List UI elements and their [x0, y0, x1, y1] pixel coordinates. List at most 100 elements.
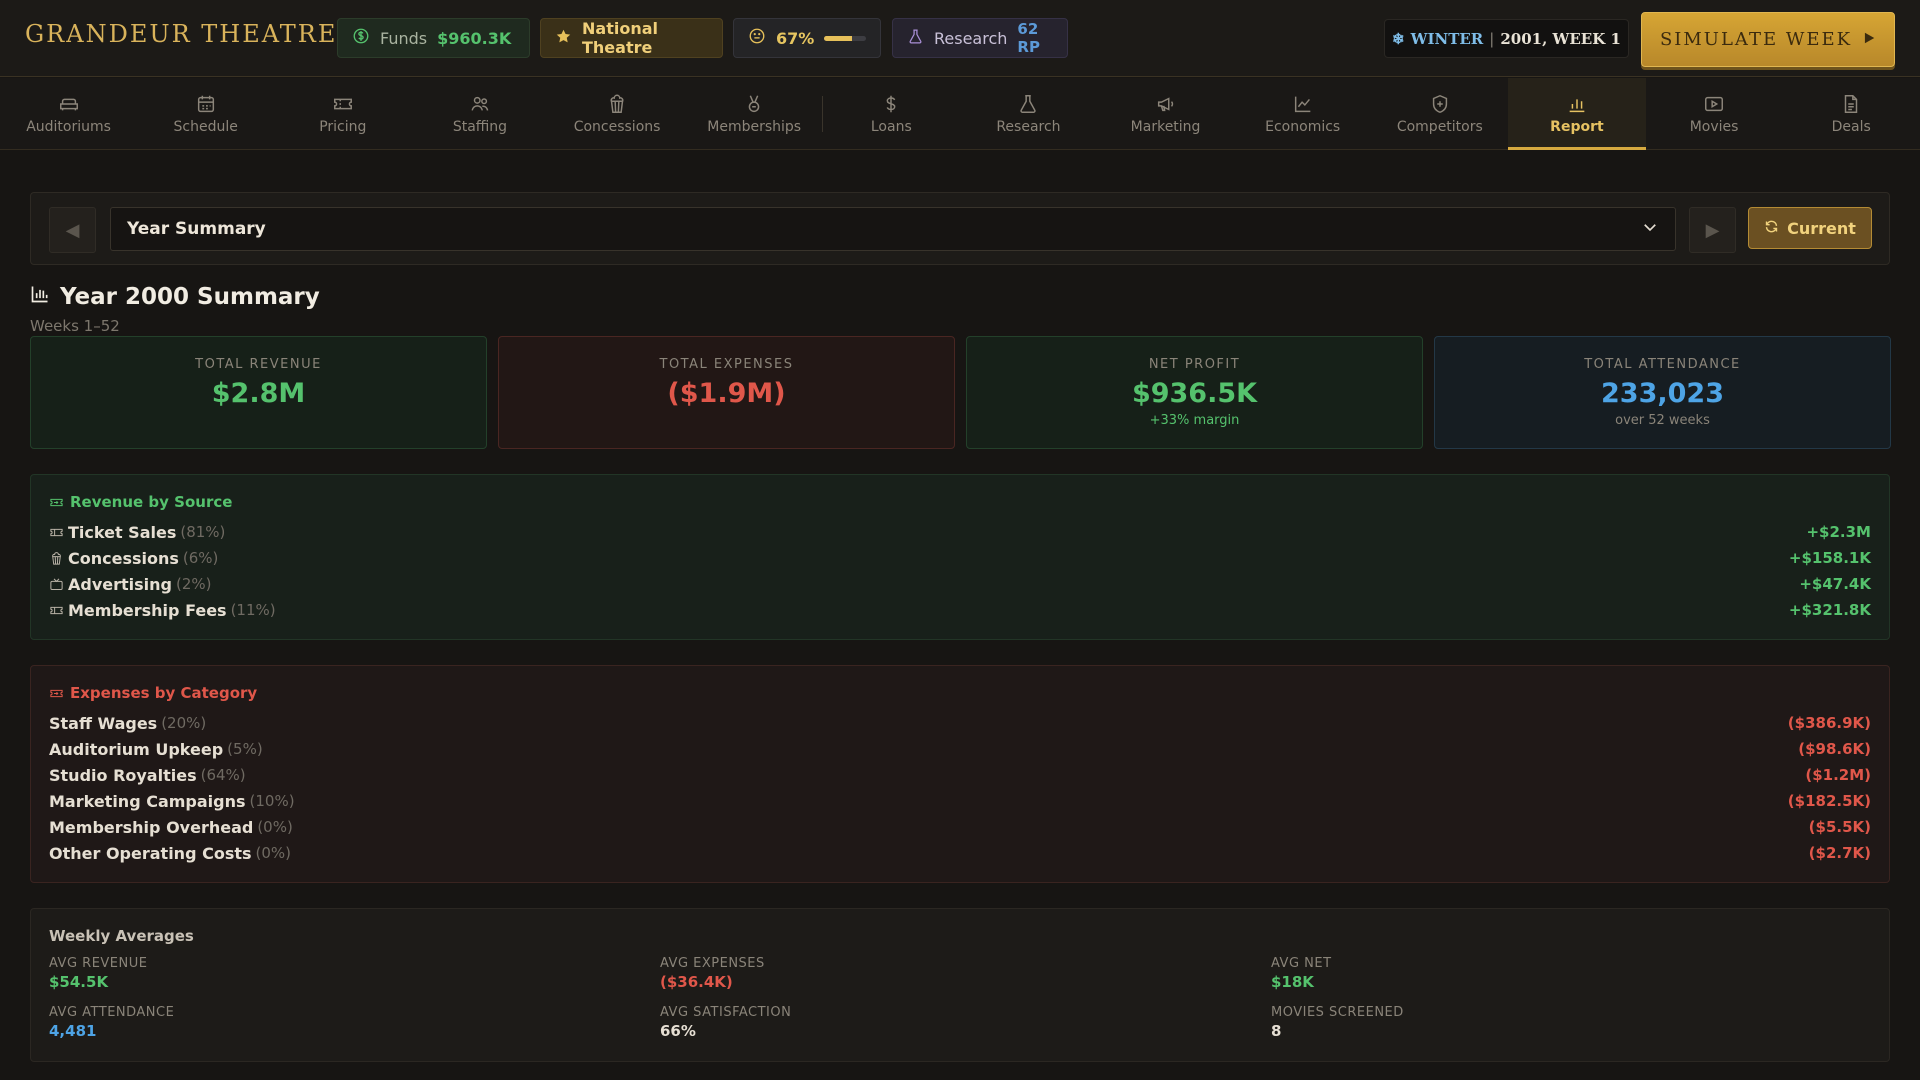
tab-label: Deals — [1831, 119, 1871, 135]
total-expenses-card: TOTAL EXPENSES ($1.9M) — [498, 336, 955, 449]
kpi-note: +33% margin — [1149, 413, 1240, 428]
tab-memberships[interactable]: Memberships — [686, 78, 823, 150]
year-week: 2001, WEEK 1 — [1500, 29, 1621, 48]
list-item: Other Operating Costs (0%) ($2.7K) — [49, 840, 1871, 866]
main-nav: Auditoriums Schedule Pricing Staffing Co… — [0, 78, 1920, 150]
weekly-averages-title: Weekly Averages — [49, 927, 194, 945]
tab-label: Research — [996, 119, 1061, 135]
period-select[interactable]: Year Summary — [110, 207, 1676, 251]
chevron-down-icon — [1641, 218, 1659, 241]
row-label: Other Operating Costs — [49, 843, 252, 863]
chevron-left-icon: ◀ — [65, 219, 80, 241]
satisfaction-bar-fill — [824, 35, 853, 41]
simulate-week-label: SIMULATE WEEK — [1659, 29, 1853, 50]
ticket-icon — [50, 498, 63, 506]
row-amount: ($386.9K) — [1787, 714, 1871, 732]
row-name: Membership Overhead (0%) — [49, 818, 293, 837]
tab-deals[interactable]: Deals — [1783, 78, 1920, 150]
row-percent: (0%) — [257, 818, 293, 836]
row-label: Auditorium Upkeep — [49, 739, 224, 759]
row-percent: (81%) — [180, 523, 226, 541]
row-name: Studio Royalties (64%) — [49, 766, 246, 785]
tab-concessions[interactable]: Concessions — [549, 78, 686, 150]
tab-label: Marketing — [1130, 119, 1201, 135]
popcorn-icon — [52, 551, 61, 565]
period-select-value: Year Summary — [127, 219, 266, 239]
total-revenue-card: TOTAL REVENUE $2.8M — [30, 336, 487, 449]
tab-marketing[interactable]: Marketing — [1097, 78, 1234, 150]
satisfaction-pill: 67% — [733, 18, 881, 58]
stat-value: 8 — [1271, 1022, 1282, 1040]
funds-value: $960.3K — [437, 28, 512, 48]
reputation-label: National Theatre — [582, 19, 658, 57]
tab-research[interactable]: Research — [960, 78, 1097, 150]
tab-label: Memberships — [707, 119, 802, 135]
net-profit-card: NET PROFIT $936.5K +33% margin — [966, 336, 1423, 449]
row-name: Concessions (6%) — [49, 549, 218, 568]
row-name: Staff Wages (20%) — [49, 714, 206, 733]
people-icon — [471, 96, 489, 111]
list-item: Staff Wages (20%) ($386.9K) — [49, 710, 1871, 736]
tab-economics[interactable]: Economics — [1234, 78, 1371, 150]
summary-heading: Year 2000 Summary — [30, 284, 320, 310]
next-period-button[interactable]: ▶ — [1689, 207, 1736, 253]
tab-schedule[interactable]: Schedule — [137, 78, 274, 150]
kpi-label: TOTAL EXPENSES — [659, 357, 794, 372]
tab-label: Movies — [1689, 119, 1739, 135]
row-label: Ticket Sales — [68, 522, 177, 542]
tab-label: Loans — [870, 119, 912, 135]
row-name: Ticket Sales (81%) — [49, 523, 225, 542]
sofa-icon — [59, 98, 78, 111]
tab-movies[interactable]: Movies — [1646, 78, 1783, 150]
row-amount: +$2.3M — [1806, 523, 1871, 541]
tab-loans[interactable]: Loans — [823, 78, 960, 150]
tab-staffing[interactable]: Staffing — [411, 78, 548, 150]
movies-screened-stat: MOVIES SCREENED 8 — [1271, 1005, 1771, 1040]
list-item: Membership Fees (11%) +$321.8K — [49, 597, 1871, 623]
expenses-panel-title: Expenses by Category — [49, 684, 1871, 702]
avg-net-stat: AVG NET $18K — [1271, 956, 1771, 991]
avg-attendance-stat: AVG ATTENDANCE 4,481 — [49, 1005, 549, 1040]
ticket-icon — [50, 606, 63, 614]
tab-label: Pricing — [319, 119, 367, 135]
tab-label: Staffing — [452, 119, 508, 135]
ticket-icon — [50, 689, 63, 697]
stat-label: MOVIES SCREENED — [1271, 1005, 1404, 1020]
current-period-button[interactable]: Current — [1748, 207, 1872, 249]
dollar-circle-icon — [352, 27, 370, 49]
list-item: Membership Overhead (0%) ($5.5K) — [49, 814, 1871, 840]
row-amount: ($2.7K) — [1808, 844, 1871, 862]
row-percent: (0%) — [255, 844, 292, 862]
row-amount: +$47.4K — [1799, 575, 1871, 593]
tab-auditoriums[interactable]: Auditoriums — [0, 78, 137, 150]
list-item: Ticket Sales (81%) +$2.3M — [49, 519, 1871, 545]
top-bar: GRANDEUR THEATRE Funds $960.3K National … — [0, 0, 1920, 77]
tab-competitors[interactable]: Competitors — [1371, 78, 1508, 150]
stat-value: $18K — [1271, 973, 1314, 991]
chevron-right-icon: ▶ — [1705, 219, 1720, 241]
tab-report[interactable]: Report — [1508, 78, 1646, 150]
megaphone-icon — [1157, 97, 1173, 112]
period-selector: ◀ Year Summary ▶ Current — [30, 192, 1890, 265]
previous-period-button[interactable]: ◀ — [49, 207, 96, 253]
summary-subtitle: Weeks 1–52 — [30, 317, 120, 335]
row-name: Auditorium Upkeep (5%) — [49, 740, 263, 759]
tab-label: Report — [1550, 119, 1604, 135]
expenses-by-category-panel: Expenses by Category Staff Wages (20%) (… — [30, 665, 1890, 883]
tab-pricing[interactable]: Pricing — [274, 78, 411, 150]
tab-label: Schedule — [173, 119, 238, 135]
row-percent: (5%) — [227, 740, 263, 758]
nav-divider — [822, 96, 823, 132]
simulate-week-button[interactable]: SIMULATE WEEK — [1641, 12, 1895, 67]
kpi-label: TOTAL REVENUE — [195, 357, 322, 372]
row-name: Marketing Campaigns (10%) — [49, 792, 295, 811]
row-label: Studio Royalties — [49, 765, 197, 785]
app-title: GRANDEUR THEATRE — [25, 20, 338, 48]
list-item: Advertising (2%) +$47.4K — [49, 571, 1871, 597]
kpi-value: $936.5K — [1131, 378, 1258, 409]
list-item: Concessions (6%) +$158.1K — [49, 545, 1871, 571]
row-percent: (64%) — [200, 766, 246, 784]
page-title: Year 2000 Summary — [60, 284, 320, 310]
kpi-value: $2.8M — [211, 378, 306, 409]
satisfaction-value: 67% — [776, 28, 815, 48]
